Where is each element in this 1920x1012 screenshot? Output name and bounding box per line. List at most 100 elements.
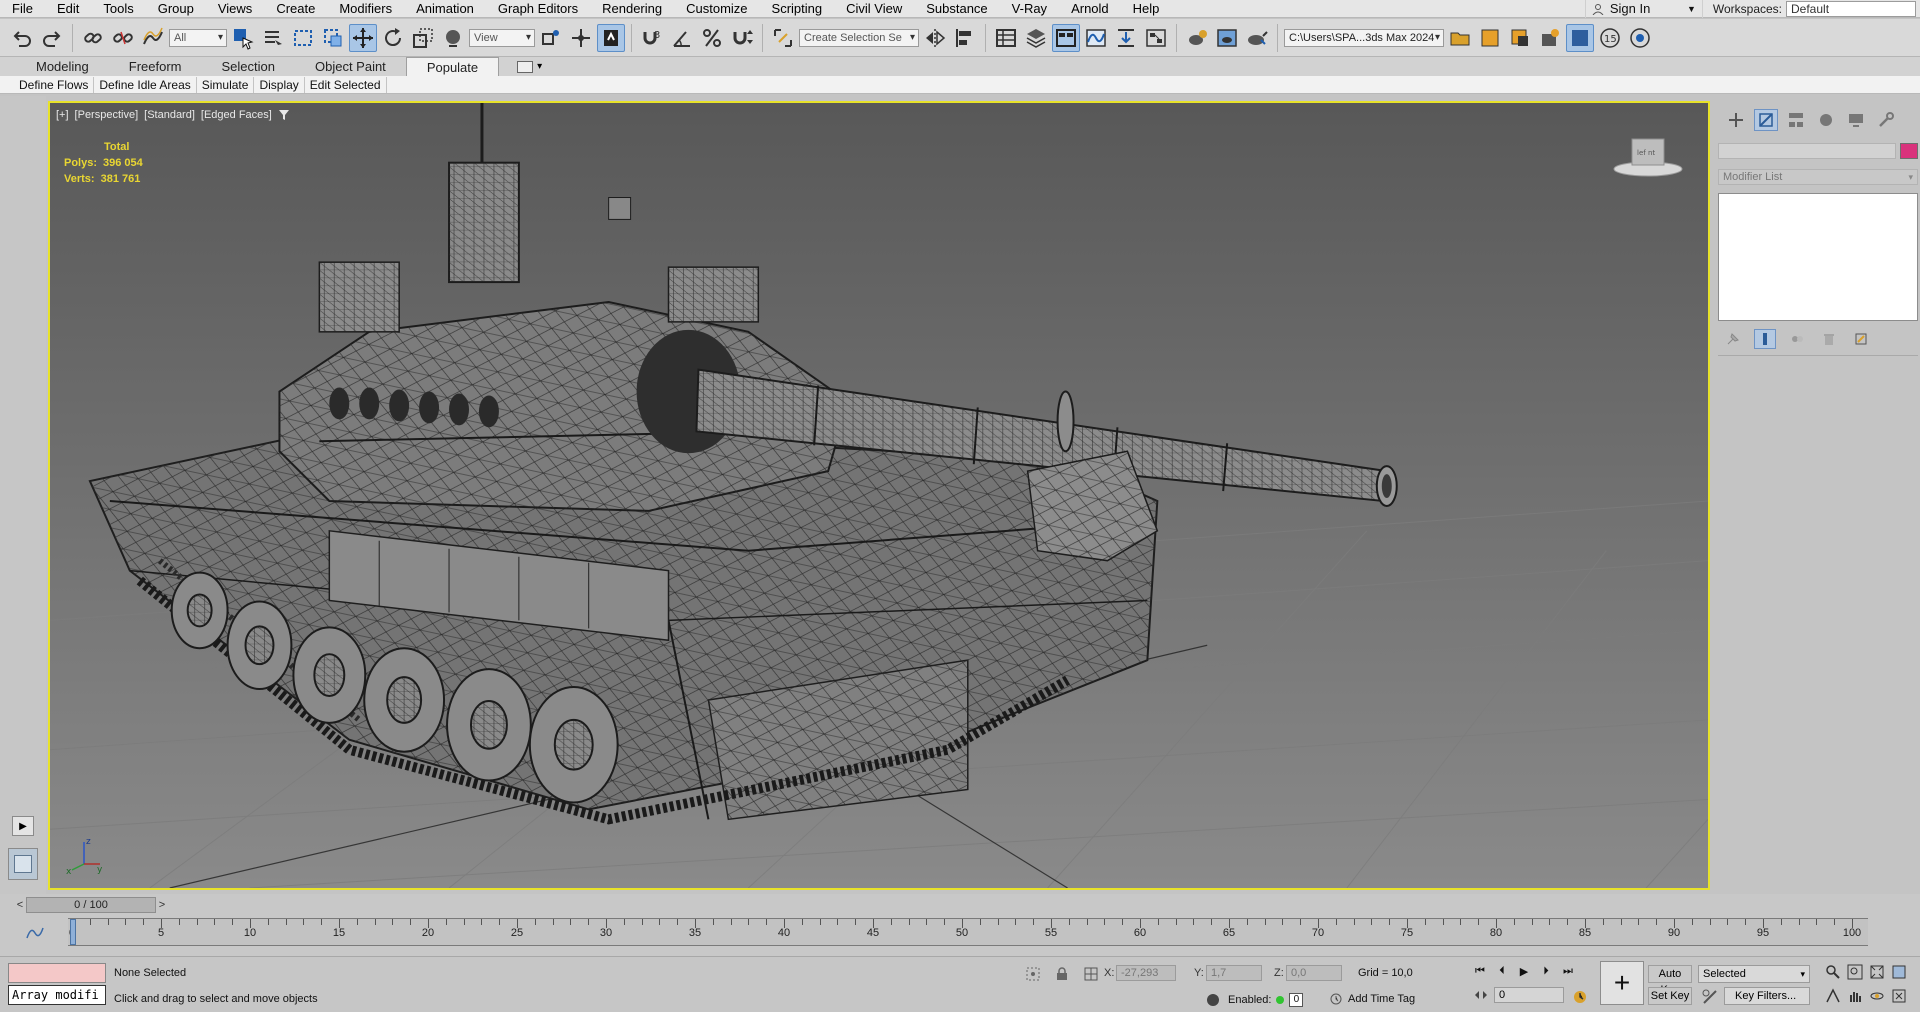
rendered-frame-window-button[interactable] [1213,24,1241,52]
align-button[interactable] [951,24,979,52]
dope-sheet-button[interactable] [1112,24,1140,52]
viewport-pov-label[interactable]: [Perspective] [75,109,139,121]
make-unique-button[interactable] [1786,329,1808,349]
isolate-selection-icon[interactable] [1026,967,1040,981]
object-name-field[interactable] [1718,143,1896,159]
hierarchy-tab[interactable] [1784,109,1808,131]
viewport-menu-plus[interactable]: [+] [56,109,69,121]
menu-customize[interactable]: Customize [674,0,759,18]
key-filter-icon[interactable] [1702,989,1718,1005]
menu-substance[interactable]: Substance [914,0,999,18]
mirror-button[interactable] [921,24,949,52]
select-manipulate-button[interactable] [567,24,595,52]
tab-populate[interactable]: Populate [405,57,500,76]
viewport-layout-button[interactable] [8,848,38,880]
menu-file[interactable]: File [0,0,45,18]
window-crossing-button[interactable] [319,24,347,52]
zoom-extents-icon[interactable] [1868,963,1886,981]
vray-light-button[interactable] [1536,24,1564,52]
z-coordinate-field[interactable]: 0,0 [1286,965,1342,981]
track-bar-ticks[interactable]: 0510152025303540455055606570758085909510… [68,918,1868,946]
zoom-all-icon[interactable] [1846,963,1864,981]
undo-button[interactable] [8,24,36,52]
x-coordinate-field[interactable]: -27,293 [1116,965,1176,981]
percent-snap-button[interactable] [698,24,726,52]
rectangular-selection-button[interactable] [289,24,317,52]
menu-v-ray[interactable]: V-Ray [1000,0,1059,18]
add-time-tag-button[interactable]: Add Time Tag [1330,993,1415,1005]
arnold-15-button[interactable]: 15 [1596,24,1624,52]
enabled-toggle[interactable]: Enabled: 0 [1228,993,1304,1007]
select-and-place-button[interactable] [439,24,467,52]
ribbon-options-button[interactable]: ▾ [517,57,542,76]
link-button[interactable] [79,24,107,52]
keyboard-shortcut-override-button[interactable] [597,23,625,52]
show-end-result-button[interactable] [1754,329,1776,349]
define-flows-button[interactable]: Define Flows [14,76,95,93]
filter-icon[interactable] [278,109,290,121]
pan-hand-icon[interactable] [1846,987,1864,1005]
key-selection-dropdown[interactable]: Selected [1698,965,1810,983]
define-idle-areas-button[interactable]: Define Idle Areas [94,76,197,93]
modify-tab[interactable] [1754,109,1778,131]
play-icon[interactable]: ▶ [1516,963,1532,979]
edit-selected-button[interactable]: Edit Selected [305,76,387,93]
curve-editor-mini-icon[interactable] [26,926,44,940]
current-frame-indicator[interactable] [70,919,76,945]
absolute-mode-icon[interactable] [1084,967,1098,981]
adaptive-degradation-icon[interactable] [1206,993,1220,1007]
layer-explorer-button[interactable] [1022,24,1050,52]
modifier-stack[interactable] [1718,193,1918,321]
menu-tools[interactable]: Tools [91,0,145,18]
curve-editor-button[interactable] [1082,24,1110,52]
track-bar[interactable]: 0510152025303540455055606570758085909510… [0,918,1920,946]
auto-key-button[interactable]: Auto Key [1648,965,1692,996]
lock-icon[interactable] [1056,967,1068,981]
snaps-toggle-button[interactable]: 3 [638,24,666,52]
motion-tab[interactable] [1814,109,1838,131]
tab-freeform[interactable]: Freeform [109,57,202,76]
modifier-list-dropdown[interactable]: Modifier List [1718,169,1918,185]
set-key-button[interactable]: Set Key [1648,987,1692,1005]
key-filters-button[interactable]: Key Filters... [1724,987,1810,1005]
set-key-mode-button[interactable]: + [1600,961,1644,1005]
time-configuration-icon[interactable] [1572,989,1588,1005]
tab-object-paint[interactable]: Object Paint [295,57,406,76]
previous-frame-arrow-icon[interactable]: < [14,897,26,913]
viewport-shading-label[interactable]: [Standard] [144,109,195,121]
viewport-layout-expand-button[interactable]: ▶ [12,816,34,836]
set-project-folder-button[interactable] [1446,24,1474,52]
object-color-swatch[interactable] [1900,143,1918,159]
project-folder-dropdown[interactable]: C:\Users\SPA...3ds Max 2024 [1284,28,1444,47]
toggle-ribbon-button[interactable] [1052,23,1080,52]
menu-group[interactable]: Group [146,0,206,18]
selection-filter-dropdown[interactable]: All [169,28,227,47]
menu-scripting[interactable]: Scripting [760,0,835,18]
edit-named-selection-button[interactable] [769,24,797,52]
menu-views[interactable]: Views [206,0,264,18]
display-tab[interactable] [1844,109,1868,131]
go-to-start-icon[interactable]: ⏮ [1472,963,1488,979]
maxscript-listener-output[interactable] [8,963,106,983]
angle-snap-button[interactable] [668,24,696,52]
menu-help[interactable]: Help [1121,0,1172,18]
perspective-viewport[interactable]: [+] [Perspective] [Standard] [Edged Face… [48,101,1710,890]
current-frame-field[interactable]: 0 [1494,987,1564,1003]
reference-coordinate-dropdown[interactable]: View [469,28,535,47]
remove-modifier-button[interactable] [1818,329,1840,349]
unlink-button[interactable] [109,24,137,52]
viewcube-icon[interactable]: lef nt [1608,131,1688,181]
configure-modifier-sets-button[interactable] [1850,329,1872,349]
time-slider-display[interactable]: 0 / 100 [26,897,156,913]
redo-button[interactable] [38,24,66,52]
menu-modifiers[interactable]: Modifiers [327,0,404,18]
next-frame-arrow-icon[interactable]: > [156,897,168,913]
render-setup-button[interactable] [1183,24,1211,52]
vray-toolbar-toggle[interactable] [1566,23,1594,52]
sign-in-button[interactable]: Sign In ▼ [1584,0,1703,18]
select-by-name-button[interactable] [259,24,287,52]
menu-create[interactable]: Create [264,0,327,18]
zoom-extents-all-icon[interactable] [1890,963,1908,981]
viewport-display-mode-label[interactable]: [Edged Faces] [201,109,272,121]
orbit-icon[interactable] [1868,987,1886,1005]
